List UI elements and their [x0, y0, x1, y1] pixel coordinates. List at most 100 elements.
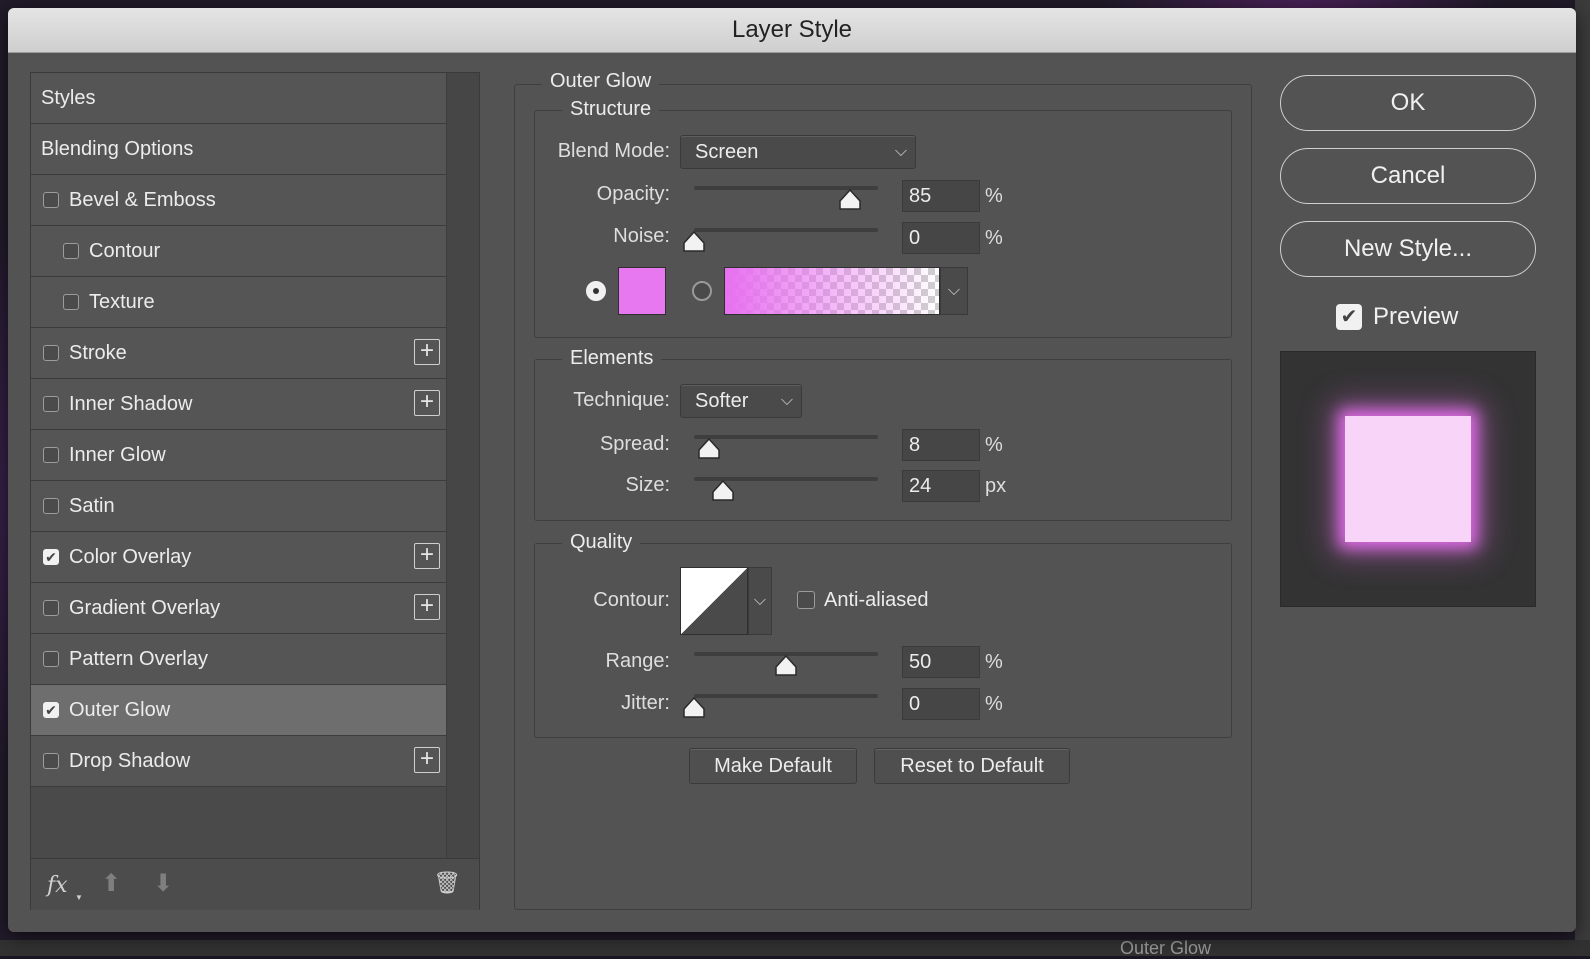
dialog-title: Layer Style — [8, 8, 1576, 53]
style-checkbox[interactable]: ✔ — [43, 702, 59, 718]
quality-legend: Quality — [562, 531, 641, 554]
size-input[interactable]: 24 — [902, 470, 980, 502]
styles-footer: fx ▼ ⬆ ⬇ 🗑 — [31, 858, 479, 910]
style-checkbox[interactable] — [63, 243, 79, 259]
style-checkbox[interactable] — [43, 396, 59, 412]
style-checkbox[interactable] — [43, 600, 59, 616]
style-item-blending-options[interactable]: Blending Options — [31, 124, 446, 175]
contour-label: Contour: — [593, 589, 670, 611]
style-item-inner-glow[interactable]: Inner Glow — [31, 430, 446, 481]
technique-label: Technique: — [573, 389, 670, 411]
blend-mode-value: Screen — [695, 141, 759, 163]
fx-menu-button[interactable]: fx — [47, 873, 68, 898]
chevron-down-icon: ⌵ — [947, 282, 961, 299]
range-input[interactable]: 50 — [902, 646, 980, 678]
outer-glow-title: Outer Glow — [542, 70, 660, 93]
opacity-input[interactable]: 85 — [902, 180, 980, 212]
style-item-pattern-overlay[interactable]: Pattern Overlay — [31, 634, 446, 685]
style-item-stroke[interactable]: Stroke + — [31, 328, 446, 379]
style-item-outer-glow[interactable]: ✔ Outer Glow — [31, 685, 446, 736]
jitter-input[interactable]: 0 — [902, 688, 980, 720]
style-item-styles[interactable]: Styles — [31, 73, 446, 124]
add-effect-icon[interactable]: + — [414, 747, 440, 773]
style-item-label: Inner Glow — [69, 443, 166, 466]
style-item-label: Blending Options — [41, 137, 194, 160]
anti-aliased-checkbox[interactable] — [797, 591, 815, 609]
move-down-icon[interactable]: ⬇ — [153, 869, 173, 898]
style-item-contour[interactable]: Contour — [31, 226, 446, 277]
noise-input[interactable]: 0 — [902, 222, 980, 254]
preview-checkbox[interactable]: ✔ — [1336, 304, 1362, 330]
trash-icon[interactable]: 🗑 — [433, 870, 461, 896]
style-checkbox[interactable] — [43, 447, 59, 463]
style-checkbox[interactable] — [43, 345, 59, 361]
jitter-unit: % — [985, 693, 1003, 715]
noise-label: Noise: — [613, 225, 670, 247]
style-item-label: Contour — [89, 239, 161, 262]
structure-legend: Structure — [562, 98, 660, 121]
style-item-label: Satin — [69, 494, 115, 517]
move-up-icon[interactable]: ⬆ — [101, 869, 121, 898]
contour-picker-button[interactable]: ⌵ — [748, 567, 772, 635]
opacity-label: Opacity: — [596, 183, 670, 205]
noise-unit: % — [985, 227, 1003, 249]
style-item-inner-shadow[interactable]: Inner Shadow + — [31, 379, 446, 430]
gradient-picker-button[interactable]: ⌵ — [940, 267, 968, 315]
style-checkbox[interactable] — [63, 294, 79, 310]
add-effect-icon[interactable]: + — [414, 339, 440, 365]
style-checkbox[interactable] — [43, 498, 59, 514]
solid-color-radio[interactable] — [586, 281, 606, 301]
style-item-label: Color Overlay — [69, 545, 192, 568]
elements-legend: Elements — [562, 347, 662, 370]
glow-color-swatch[interactable] — [618, 267, 666, 315]
chevron-down-icon: ⌵ — [894, 143, 907, 160]
spread-slider[interactable] — [694, 435, 878, 439]
style-checkbox[interactable] — [43, 651, 59, 667]
new-style-button[interactable]: New Style... — [1280, 221, 1536, 277]
add-effect-icon[interactable]: + — [414, 594, 440, 620]
cancel-button[interactable]: Cancel — [1280, 148, 1536, 204]
style-checkbox[interactable] — [43, 753, 59, 769]
preview-thumbnail — [1280, 351, 1536, 607]
size-label: Size: — [625, 474, 670, 496]
range-unit: % — [985, 651, 1003, 673]
styles-scrollbar[interactable] — [446, 73, 479, 858]
checkmark-icon: ✔ — [1340, 306, 1358, 328]
style-checkbox[interactable] — [43, 192, 59, 208]
style-checkbox[interactable]: ✔ — [43, 549, 59, 565]
size-unit: px — [985, 475, 1007, 497]
style-item-label: Styles — [41, 86, 96, 109]
style-item-label: Bevel & Emboss — [69, 188, 216, 211]
contour-preview[interactable] — [680, 567, 748, 635]
background-layers-panel — [0, 940, 1590, 956]
anti-aliased-label: Anti-aliased — [824, 589, 929, 611]
style-item-label: Stroke — [69, 341, 127, 364]
jitter-slider[interactable] — [694, 694, 878, 698]
technique-select[interactable]: Softer ⌵ — [680, 384, 802, 418]
ok-button[interactable]: OK — [1280, 75, 1536, 131]
gradient-radio[interactable] — [692, 281, 712, 301]
reset-to-default-button[interactable]: Reset to Default — [874, 748, 1070, 784]
glow-gradient-swatch[interactable] — [724, 267, 940, 315]
style-item-texture[interactable]: Texture — [31, 277, 446, 328]
style-item-bevel-emboss[interactable]: Bevel & Emboss — [31, 175, 446, 226]
blend-mode-select[interactable]: Screen ⌵ — [680, 135, 916, 169]
make-default-button[interactable]: Make Default — [689, 748, 857, 784]
add-effect-icon[interactable]: + — [414, 543, 440, 569]
noise-slider[interactable] — [694, 228, 878, 232]
styles-list-panel: Styles Blending Options Bevel & Emboss Cont… — [30, 72, 480, 910]
style-item-label: Gradient Overlay — [69, 596, 221, 619]
add-effect-icon[interactable]: + — [414, 390, 440, 416]
style-item-label: Inner Shadow — [69, 392, 193, 415]
technique-value: Softer — [695, 390, 749, 412]
style-item-gradient-overlay[interactable]: Gradient Overlay + — [31, 583, 446, 634]
opacity-unit: % — [985, 185, 1003, 207]
chevron-down-icon: ⌵ — [780, 392, 793, 409]
range-label: Range: — [605, 650, 671, 672]
style-item-color-overlay[interactable]: ✔ Color Overlay + — [31, 532, 446, 583]
preview-label: Preview — [1373, 303, 1459, 330]
style-item-drop-shadow[interactable]: Drop Shadow + — [31, 736, 446, 787]
style-item-satin[interactable]: Satin — [31, 481, 446, 532]
spread-input[interactable]: 8 — [902, 429, 980, 461]
style-item-label: Drop Shadow — [69, 749, 191, 772]
